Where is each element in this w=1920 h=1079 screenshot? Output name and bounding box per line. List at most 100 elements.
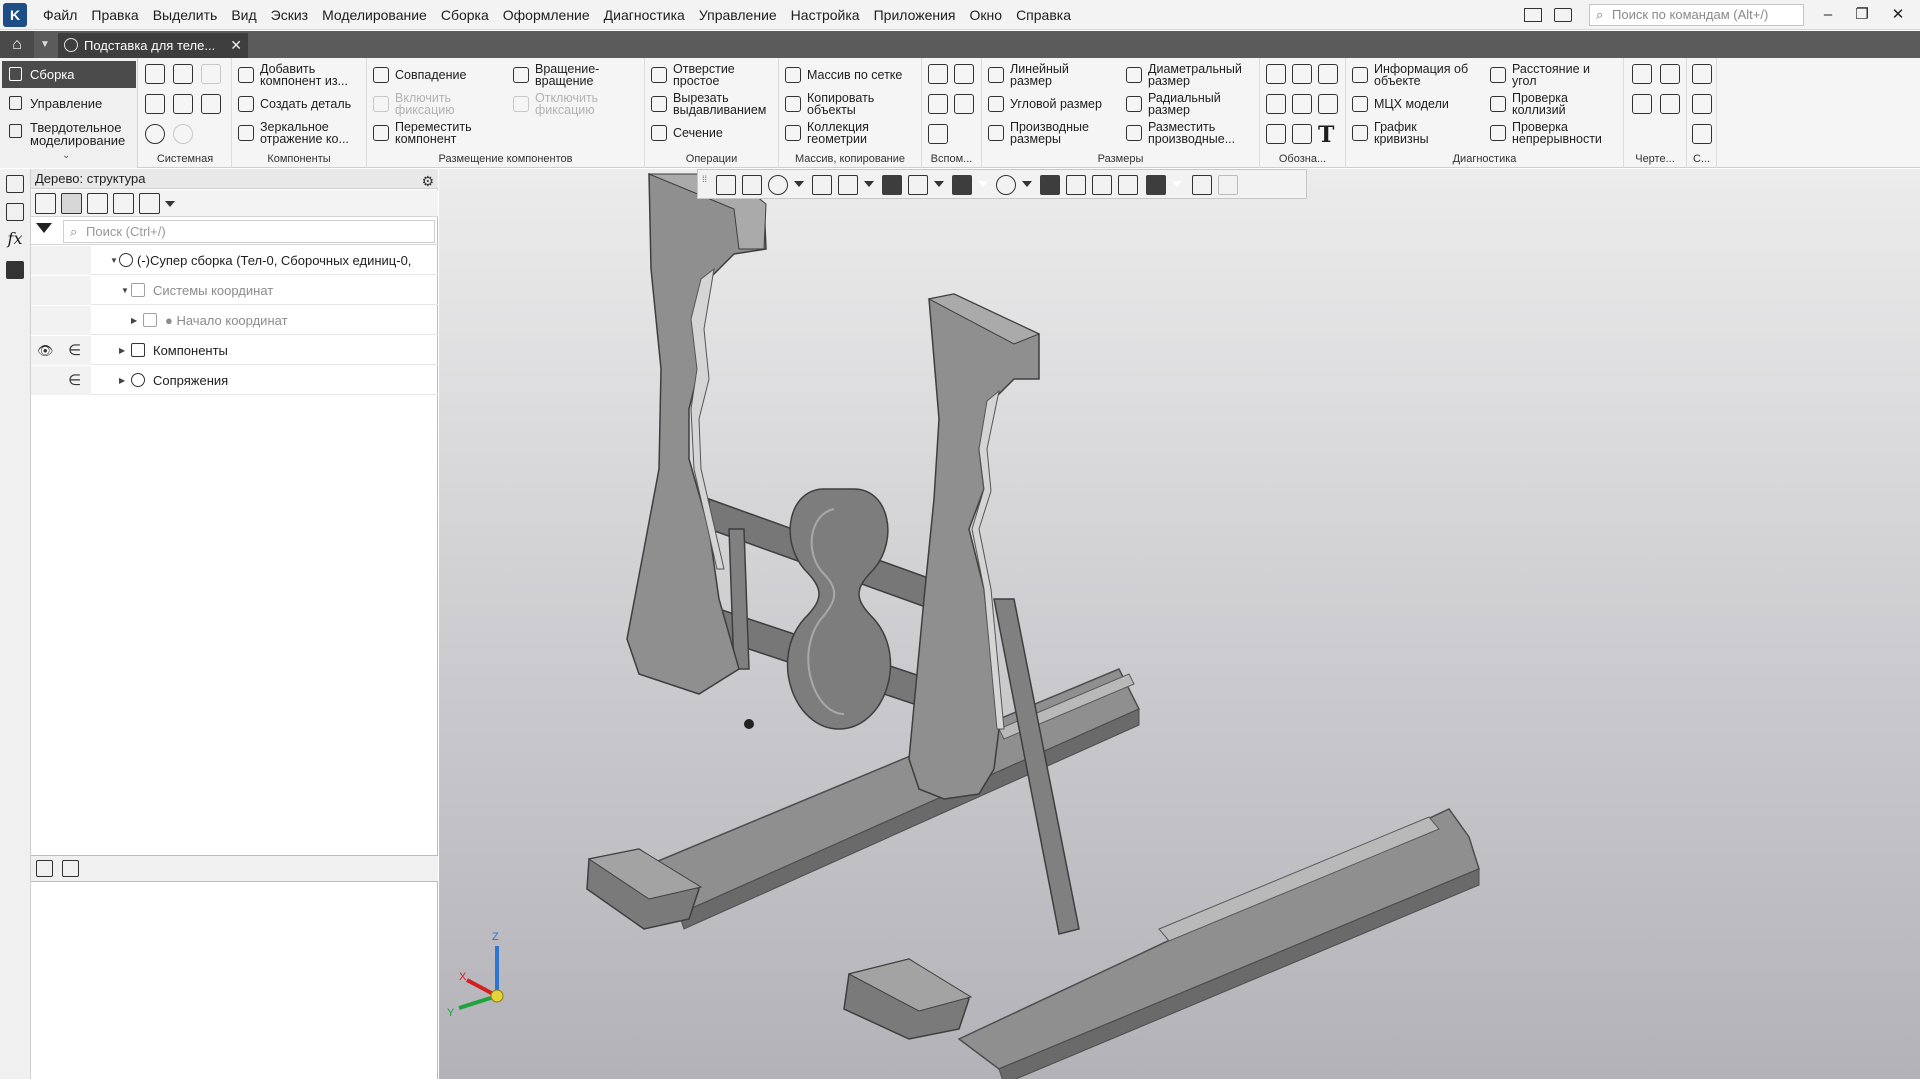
filter-icon[interactable] <box>36 223 52 233</box>
derived-dimensions-button[interactable]: Производные размеры <box>986 119 1100 147</box>
drawing-view-icon[interactable] <box>1632 64 1652 84</box>
view-orientation-icon[interactable] <box>716 175 736 195</box>
disable-fix-button[interactable]: Отключить фиксацию <box>511 90 615 118</box>
tree-row[interactable]: ▶ ● Начало координат <box>31 306 438 335</box>
tree-view-icon[interactable] <box>87 193 108 214</box>
aux-point-icon[interactable] <box>954 94 974 114</box>
menu-diagnostics[interactable]: Диагностика <box>597 0 692 30</box>
tree-filter-view-icon[interactable] <box>113 193 134 214</box>
menu-management[interactable]: Управление <box>692 0 784 30</box>
screenshot-icon[interactable] <box>1554 8 1572 22</box>
chevron-down-icon[interactable] <box>1172 181 1182 187</box>
mirror-component-button[interactable]: Зеркальное отражение ко... <box>236 119 360 147</box>
c-tool-2-icon[interactable] <box>1692 94 1712 114</box>
mode-assembly[interactable]: Сборка <box>2 61 136 88</box>
linear-dimension-button[interactable]: Линейный размер <box>986 61 1090 89</box>
tree-row[interactable]: ▼ Системы координат <box>31 276 438 305</box>
aux-line-icon[interactable] <box>928 94 948 114</box>
chevron-down-icon[interactable] <box>165 201 175 207</box>
zoom-icon[interactable] <box>742 175 762 195</box>
tabs-dropdown-icon[interactable]: ▼ <box>34 31 56 58</box>
tree-options-icon[interactable] <box>139 193 160 214</box>
distance-angle-button[interactable]: Расстояние и угол <box>1488 61 1612 89</box>
tree-row[interactable]: 👁 ∈ ▶ Компоненты <box>31 336 438 365</box>
menu-design[interactable]: Оформление <box>496 0 597 30</box>
chevron-down-icon[interactable] <box>794 181 804 187</box>
3d-viewport[interactable]: ⁞⁞ Z X Y <box>439 169 1920 1079</box>
mark-icon[interactable] <box>1292 94 1312 114</box>
kompas-logo-icon[interactable]: K <box>3 3 27 27</box>
expand-arrow-icon[interactable]: ▶ <box>131 306 137 335</box>
menu-help[interactable]: Справка <box>1009 0 1078 30</box>
close-tab-icon[interactable]: ✕ <box>230 33 242 58</box>
perspective-icon[interactable] <box>1066 175 1086 195</box>
aux-curve-icon[interactable] <box>928 124 948 144</box>
close-window-button[interactable]: ✕ <box>1878 0 1918 30</box>
pipette-icon[interactable] <box>1218 175 1238 195</box>
hide-objects-icon[interactable] <box>952 175 972 195</box>
layout-icon[interactable] <box>1524 8 1542 22</box>
base-icon[interactable] <box>1292 64 1312 84</box>
chevron-down-icon[interactable] <box>934 181 944 187</box>
drawing-spec-icon[interactable] <box>1660 94 1680 114</box>
rotation-button[interactable]: Вращение-вращение <box>511 61 615 89</box>
menu-view[interactable]: Вид <box>224 0 263 30</box>
display-style-icon[interactable] <box>996 175 1016 195</box>
shaded-display-icon[interactable] <box>882 175 902 195</box>
home-icon[interactable]: ⌂ <box>0 31 34 58</box>
new-doc-icon[interactable] <box>145 64 165 84</box>
undo-icon[interactable] <box>145 124 165 144</box>
eye-icon[interactable]: 👁 <box>37 336 54 365</box>
add-component-button[interactable]: Добавить компонент из... <box>236 61 360 89</box>
save-icon[interactable] <box>201 64 221 84</box>
phone-stand-model[interactable] <box>439 169 1920 1079</box>
mcx-model-button[interactable]: МЦХ модели <box>1350 90 1449 118</box>
c-tool-3-icon[interactable] <box>1692 124 1712 144</box>
expand-arrow-icon[interactable]: ▶ <box>119 336 125 365</box>
zoom-window-icon[interactable] <box>768 175 788 195</box>
view-manager-icon[interactable] <box>1118 175 1138 195</box>
tree-properties-icon[interactable] <box>62 860 79 877</box>
expand-arrow-icon[interactable]: ▼ <box>121 276 129 305</box>
text-tool-icon[interactable]: T <box>1318 122 1334 148</box>
properties-panel-icon[interactable] <box>6 203 24 221</box>
mode-solid-modeling[interactable]: Твердотельное моделирование <box>2 118 136 150</box>
restore-button[interactable]: ❐ <box>1842 0 1882 30</box>
menu-select[interactable]: Выделить <box>146 0 225 30</box>
drawing-projection-icon[interactable] <box>1660 64 1680 84</box>
tree-structure-icon[interactable] <box>35 193 56 214</box>
tolerance-icon[interactable] <box>1318 64 1338 84</box>
move-component-button[interactable]: Переместить компонент <box>371 119 485 147</box>
menu-assembly[interactable]: Сборка <box>434 0 496 30</box>
measure-view-icon[interactable] <box>1092 175 1112 195</box>
open-folder-icon[interactable] <box>173 64 193 84</box>
menu-modeling[interactable]: Моделирование <box>315 0 434 30</box>
chevron-down-icon[interactable] <box>1022 181 1032 187</box>
coincidence-button[interactable]: Совпадение <box>371 61 466 89</box>
roughness-icon[interactable] <box>1266 64 1286 84</box>
section-button[interactable]: Сечение <box>649 119 723 147</box>
document-tab[interactable]: Подставка для теле... ✕ <box>58 33 248 58</box>
redo-icon[interactable] <box>173 124 193 144</box>
aux-plane-icon[interactable] <box>928 64 948 84</box>
menu-file[interactable]: Файл <box>36 0 84 30</box>
chevron-down-icon[interactable] <box>978 181 988 187</box>
table-icon[interactable] <box>1266 124 1286 144</box>
tree-build-order-icon[interactable] <box>61 193 82 214</box>
copy-objects-button[interactable]: Копировать объекты <box>783 90 897 118</box>
menu-edit[interactable]: Правка <box>84 0 145 30</box>
expand-arrow-icon[interactable]: ▼ <box>110 246 118 275</box>
section-view-icon[interactable] <box>1040 175 1060 195</box>
tree-search-input[interactable]: ⌕ Поиск (Ctrl+/) <box>63 220 435 243</box>
include-icon[interactable]: ∈ <box>68 336 81 365</box>
preview-icon[interactable] <box>173 94 193 114</box>
curvature-graph-button[interactable]: График кривизны <box>1350 119 1454 147</box>
menu-applications[interactable]: Приложения <box>867 0 963 30</box>
diameter-dimension-button[interactable]: Диаметральный размер <box>1124 61 1254 89</box>
print-icon[interactable] <box>145 94 165 114</box>
aux-axis-icon[interactable] <box>954 64 974 84</box>
tree-row[interactable]: ∈ ▶ Сопряжения <box>31 366 438 395</box>
menu-window[interactable]: Окно <box>963 0 1010 30</box>
gear-icon[interactable]: ⚙ <box>421 171 434 191</box>
geometry-collection-button[interactable]: Коллекция геометрии <box>783 119 897 147</box>
